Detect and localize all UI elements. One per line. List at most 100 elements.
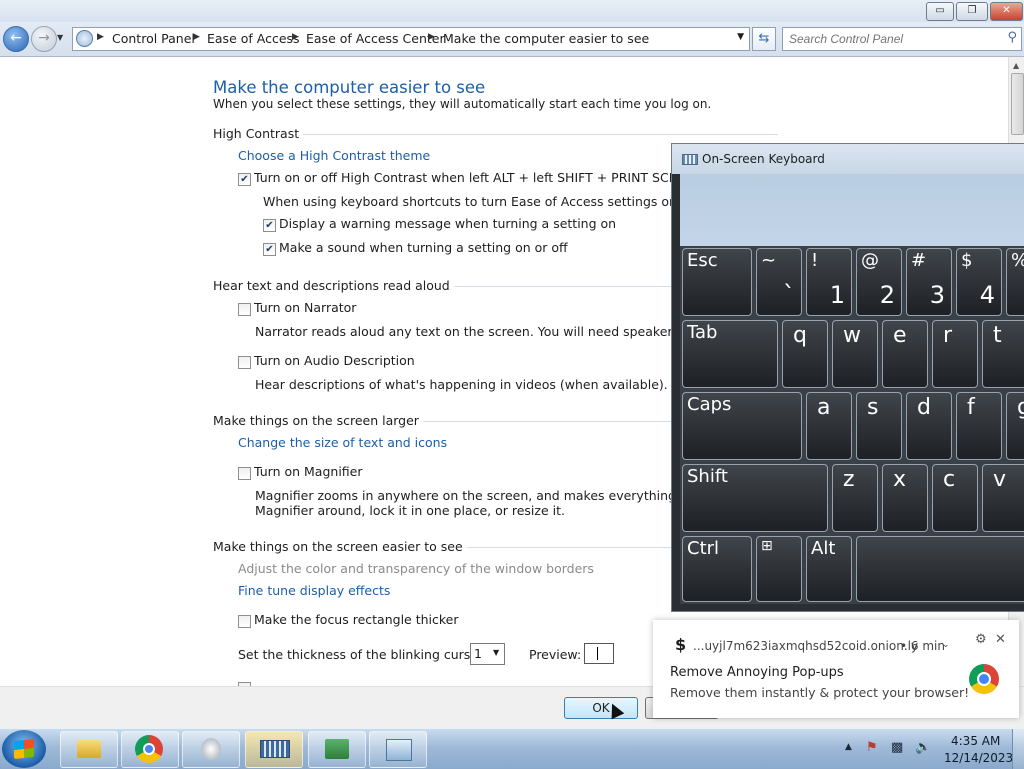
key-v[interactable]: v bbox=[982, 464, 1024, 532]
scroll-thumb[interactable] bbox=[1011, 73, 1024, 135]
restore-button[interactable]: ❐ bbox=[956, 2, 988, 21]
forward-button[interactable]: → bbox=[31, 26, 57, 52]
key-d[interactable]: d bbox=[906, 392, 952, 460]
on-screen-keyboard-window: On-Screen Keyboard Esc ~` !1 @2 #3 $4 % … bbox=[671, 143, 1024, 612]
key-a[interactable]: a bbox=[806, 392, 852, 460]
shortcut-note: When using keyboard shortcuts to turn Ea… bbox=[263, 194, 682, 209]
key-x[interactable]: x bbox=[882, 464, 928, 532]
page-subtitle: When you select these settings, they wil… bbox=[213, 97, 712, 111]
address-dropdown-icon[interactable]: ▼ bbox=[737, 32, 744, 42]
refresh-button[interactable]: ⇆ bbox=[752, 27, 776, 51]
key-backtick[interactable]: ~ ` bbox=[756, 248, 802, 316]
narrator-label: Turn on Narrator bbox=[254, 300, 357, 315]
key-label: 1 bbox=[829, 281, 845, 309]
volume-icon[interactable]: 🔈 bbox=[915, 740, 931, 755]
notification-time: • 6 min bbox=[900, 639, 945, 653]
text-size-link[interactable]: Change the size of text and icons bbox=[238, 435, 447, 450]
key-label: Esc bbox=[687, 250, 718, 271]
key-w[interactable]: w bbox=[832, 320, 878, 388]
key-g[interactable]: g bbox=[1006, 392, 1024, 460]
key-label: v bbox=[993, 467, 1007, 492]
breadcrumb-ease-of-access-center[interactable]: Ease of Access Center bbox=[306, 31, 445, 46]
chevron-right-icon[interactable]: ▶ bbox=[292, 32, 299, 42]
key-e[interactable]: e bbox=[882, 320, 928, 388]
key-t[interactable]: t bbox=[982, 320, 1024, 388]
key-caps[interactable]: Caps bbox=[682, 392, 802, 460]
key-ctrl[interactable]: Ctrl bbox=[682, 536, 752, 602]
notification-body: Remove them instantly & protect your bro… bbox=[670, 685, 970, 700]
chevron-right-icon[interactable]: ▶ bbox=[193, 32, 200, 42]
close-icon[interactable]: ✕ bbox=[995, 632, 1006, 647]
gear-icon[interactable]: ⚙ bbox=[975, 632, 987, 647]
control-panel-icon bbox=[76, 30, 93, 47]
high-contrast-theme-link[interactable]: Choose a High Contrast theme bbox=[238, 148, 430, 163]
taskbar-media[interactable] bbox=[182, 731, 240, 768]
key-space[interactable] bbox=[856, 536, 1024, 602]
back-button[interactable]: ← bbox=[3, 26, 29, 52]
key-label: Ctrl bbox=[687, 538, 720, 559]
key-3[interactable]: #3 bbox=[906, 248, 952, 316]
ok-button[interactable]: OK bbox=[564, 697, 638, 719]
narrator-checkbox[interactable] bbox=[238, 303, 251, 316]
clock-date[interactable]: 12/14/2023 bbox=[944, 751, 1013, 765]
chevron-right-icon[interactable]: ▶ bbox=[428, 32, 435, 42]
notification-title: Remove Annoying Pop-ups bbox=[670, 665, 844, 680]
taskbar-control-panel[interactable] bbox=[369, 731, 427, 768]
section-heading-high-contrast: High Contrast bbox=[213, 126, 304, 141]
key-f[interactable]: f bbox=[956, 392, 1002, 460]
key-esc[interactable]: Esc bbox=[682, 248, 752, 316]
key-2[interactable]: @2 bbox=[856, 248, 902, 316]
key-4[interactable]: $4 bbox=[956, 248, 1002, 316]
search-icon[interactable]: ⚲ bbox=[1007, 30, 1017, 45]
scroll-up-icon[interactable]: ▲ bbox=[1013, 61, 1019, 70]
close-button[interactable]: ✕ bbox=[990, 2, 1023, 21]
show-hidden-icons[interactable]: ▲ bbox=[845, 742, 852, 752]
key-tab[interactable]: Tab bbox=[682, 320, 778, 388]
key-c[interactable]: c bbox=[932, 464, 978, 532]
recent-pages-dropdown[interactable]: ▼ bbox=[57, 33, 63, 42]
address-field[interactable]: ▶ Control Panel ▶ Ease of Access ▶ Ease … bbox=[72, 27, 750, 51]
keyboard-icon bbox=[260, 740, 290, 758]
search-input[interactable] bbox=[783, 28, 1001, 50]
cursor-thickness-select[interactable]: 1 ▼ bbox=[470, 643, 505, 665]
taskbar-download[interactable] bbox=[308, 731, 366, 768]
fine-tune-display-link[interactable]: Fine tune display effects bbox=[238, 583, 390, 598]
key-1[interactable]: ! 1 bbox=[806, 248, 852, 316]
high-contrast-shortcut-checkbox[interactable]: ✔ bbox=[238, 173, 251, 186]
taskbar-explorer[interactable] bbox=[60, 731, 118, 768]
key-windows[interactable]: ⊞ bbox=[756, 536, 802, 602]
osk-title-bar[interactable]: On-Screen Keyboard bbox=[672, 144, 1024, 174]
key-r[interactable]: r bbox=[932, 320, 978, 388]
show-desktop-button[interactable] bbox=[1012, 729, 1024, 769]
breadcrumb-current-page[interactable]: Make the computer easier to see bbox=[443, 31, 649, 46]
focus-rectangle-checkbox[interactable] bbox=[238, 615, 251, 628]
warning-message-checkbox[interactable]: ✔ bbox=[263, 219, 276, 232]
key-alt[interactable]: Alt bbox=[806, 536, 852, 602]
chrome-icon bbox=[135, 735, 163, 763]
action-center-icon[interactable]: ⚑ bbox=[866, 740, 878, 755]
key-s[interactable]: s bbox=[856, 392, 902, 460]
taskbar-chrome[interactable] bbox=[121, 731, 179, 768]
dollar-icon: $ bbox=[675, 635, 687, 654]
key-q[interactable]: q bbox=[782, 320, 828, 388]
browser-notification[interactable]: $ ...uyjl7m623iaxmqhsd52coid.onion.ly • … bbox=[653, 620, 1019, 718]
clock-time[interactable]: 4:35 AM bbox=[951, 734, 1000, 748]
key-z[interactable]: z bbox=[832, 464, 878, 532]
audio-description-checkbox[interactable] bbox=[238, 356, 251, 369]
cursor-preview-caret bbox=[597, 647, 598, 660]
chevron-down-icon[interactable]: ⌄ bbox=[942, 640, 950, 650]
breadcrumb-ease-of-access[interactable]: Ease of Access bbox=[207, 31, 300, 46]
key-shift[interactable]: Shift bbox=[682, 464, 828, 532]
magnifier-checkbox[interactable] bbox=[238, 467, 251, 480]
start-button[interactable] bbox=[2, 730, 46, 768]
taskbar-on-screen-keyboard[interactable] bbox=[245, 731, 303, 768]
key-5[interactable]: % bbox=[1006, 248, 1024, 316]
notification-source: ...uyjl7m623iaxmqhsd52coid.onion.ly bbox=[693, 639, 919, 653]
network-icon[interactable]: ▩ bbox=[891, 740, 903, 755]
warning-message-label: Display a warning message when turning a… bbox=[279, 216, 617, 231]
narrator-description: Narrator reads aloud any text on the scr… bbox=[255, 324, 684, 339]
make-sound-label: Make a sound when turning a setting on o… bbox=[279, 240, 568, 255]
minimize-button[interactable]: ▭ bbox=[926, 2, 954, 21]
make-sound-checkbox[interactable]: ✔ bbox=[263, 243, 276, 256]
breadcrumb-control-panel[interactable]: Control Panel bbox=[112, 31, 195, 46]
